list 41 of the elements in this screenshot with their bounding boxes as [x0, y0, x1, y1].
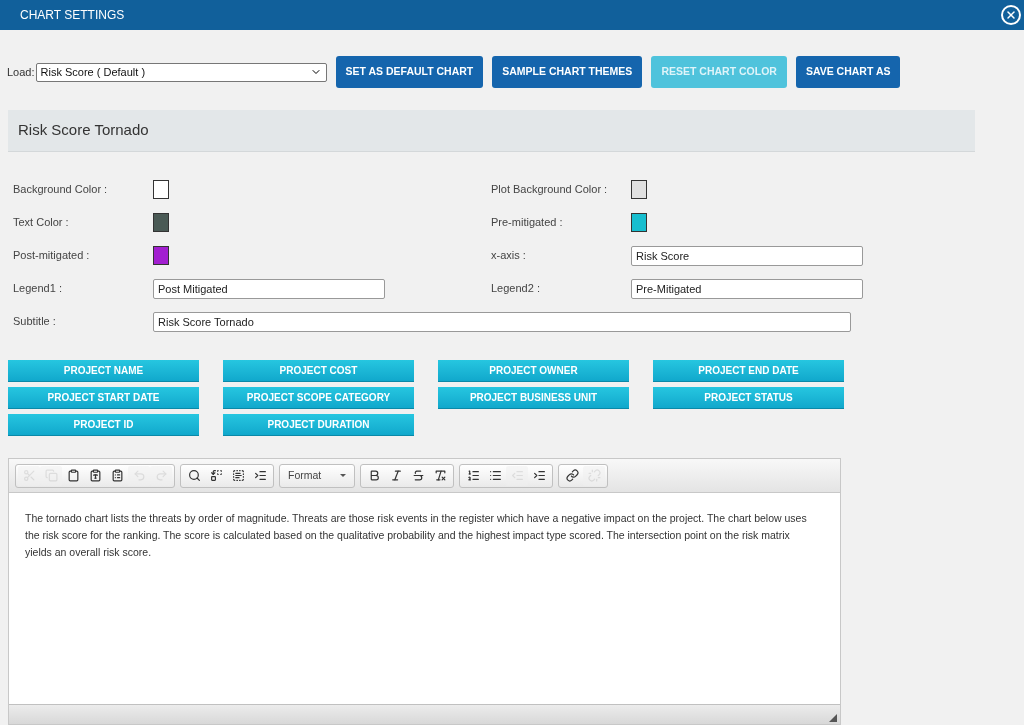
load-label: Load: [7, 64, 35, 80]
color-swatch[interactable] [631, 180, 647, 199]
window-title: CHART SETTINGS [20, 7, 125, 24]
field-label: Legend1 : [13, 281, 63, 297]
field-button[interactable]: PROJECT NAME [8, 360, 199, 382]
field-button[interactable]: PROJECT DURATION [223, 414, 414, 436]
field-button[interactable]: PROJECT STATUS [653, 387, 844, 409]
field-label: x-axis : [491, 248, 527, 264]
field-button[interactable]: PROJECT COST [223, 360, 414, 382]
action-button[interactable]: SET AS DEFAULT CHART [335, 56, 484, 88]
text-field[interactable]: Risk Score Tornado [153, 311, 851, 332]
color-swatch[interactable] [153, 213, 169, 232]
field-button[interactable]: PROJECT START DATE [8, 387, 199, 409]
close-icon [1005, 9, 1017, 21]
format-dropdown[interactable]: Format [282, 465, 352, 486]
field-label: Plot Background Color : [491, 182, 609, 198]
color-swatch[interactable] [153, 180, 169, 199]
field-label: Subtitle : [13, 314, 57, 330]
field-button[interactable]: PROJECT BUSINESS UNIT [438, 387, 629, 409]
chart-heading: Risk Score Tornado [18, 120, 149, 141]
action-button[interactable]: SAVE CHART AS [795, 56, 901, 88]
text-field[interactable]: Pre-Mitigated [631, 278, 863, 299]
text-field[interactable]: Post Mitigated [153, 278, 385, 299]
field-label: Background Color : [13, 182, 109, 198]
field-button[interactable]: PROJECT OWNER [438, 360, 629, 382]
editor-text: The tornado chart lists the threats by order of magnitude. Threats are those risk events in the register which have a negative impact on the project. The chart below uses the risk score for the ranking. The score is calculated based on the qualitative probability and the highest impact type scored. The intersection point on the risk matrix yields an overall risk score. [25, 511, 808, 560]
field-button[interactable]: PROJECT SCOPE CATEGORY [223, 387, 414, 409]
resize-handle-icon[interactable] [829, 714, 837, 722]
field-button[interactable]: PROJECT END DATE [653, 360, 844, 382]
caret-icon [340, 474, 346, 477]
field-label: Text Color : [13, 215, 70, 231]
field-label: Legend2 : [491, 281, 541, 297]
chart-select[interactable]: Risk Score ( Default ) [35, 62, 327, 82]
field-button[interactable]: PROJECT ID [8, 414, 199, 436]
close-button[interactable] [1001, 5, 1021, 25]
action-button[interactable]: SAMPLE CHART THEMES [492, 56, 643, 88]
text-field[interactable]: Risk Score [631, 245, 863, 266]
field-label: Post-mitigated : [13, 248, 91, 264]
field-label: Pre-mitigated : [491, 215, 564, 231]
color-swatch[interactable] [153, 246, 169, 265]
color-swatch[interactable] [631, 213, 647, 232]
